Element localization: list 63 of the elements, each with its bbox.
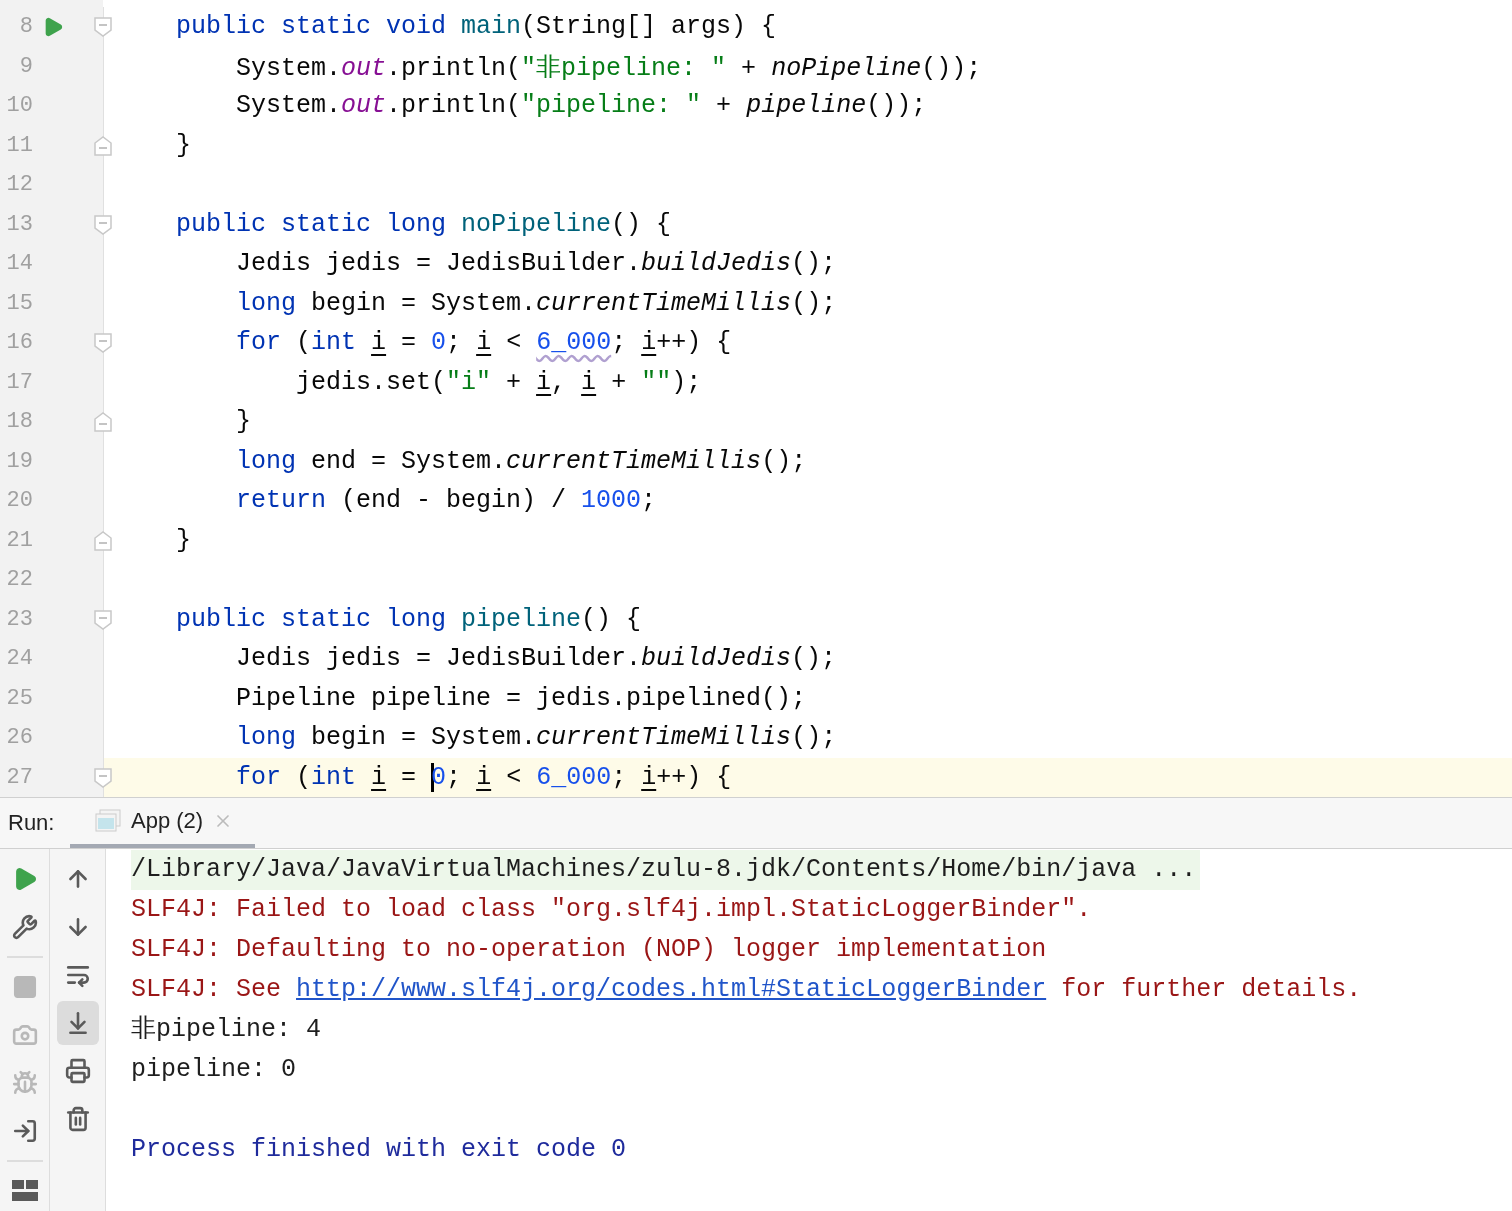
code-line: jedis.set("i" + i, i + ""); (295, 367, 702, 397)
code-line: return (end - begin) / 1000; (235, 486, 657, 516)
code-line: } (175, 525, 191, 555)
console-line: 非pipeline: 4 (131, 1014, 323, 1046)
camera-icon (11, 1022, 38, 1048)
fold-icon[interactable] (94, 412, 112, 432)
wrench-icon (11, 914, 38, 940)
line-number: 13 (5, 211, 33, 237)
line-number: 24 (5, 646, 33, 672)
code-line: Jedis jedis = JedisBuilder.buildJedis(); (235, 644, 837, 674)
code-line: long end = System.currentTimeMillis(); (235, 446, 807, 476)
fold-icon[interactable] (94, 17, 112, 37)
console-link[interactable]: http://www.slf4j.org/codes.html#StaticLoggerBinder (296, 975, 1047, 1004)
line-number: 19 (5, 448, 33, 474)
code-line: } (175, 130, 191, 160)
trash-icon (64, 1106, 91, 1132)
line-number: 11 (5, 132, 33, 158)
console-line: SLF4J: Defaulting to no-operation (NOP) logger implementation (131, 934, 1048, 966)
line-number: 18 (5, 409, 33, 435)
code-line: Pipeline pipeline = jedis.pipelined(); (235, 683, 807, 713)
line-number: 26 (5, 725, 33, 751)
line-number: 25 (5, 685, 33, 711)
line-number: 17 (5, 369, 33, 395)
code-line: public static long pipeline() { (175, 604, 642, 634)
console-line: Process finished with exit code 0 (131, 1134, 628, 1166)
console-line: SLF4J: See http://www.slf4j.org/codes.html#StaticLoggerBinder for further details. (131, 974, 1363, 1006)
stop-icon (11, 974, 38, 1000)
code-line: long begin = System.currentTimeMillis(); (235, 288, 837, 318)
layout-icon (11, 1180, 38, 1202)
line-number: 14 (5, 251, 33, 277)
code-line: Jedis jedis = JedisBuilder.buildJedis(); (235, 249, 837, 279)
fold-icon[interactable] (94, 767, 112, 788)
fold-icon[interactable] (94, 214, 112, 235)
line-number: 16 (5, 330, 33, 356)
line-number: 20 (5, 488, 33, 514)
console-line: SLF4J: Failed to load class "org.slf4j.impl.StaticLoggerBinder". (131, 894, 1093, 926)
line-number: 8 (18, 14, 33, 40)
line-number: 10 (5, 93, 33, 119)
fold-icon[interactable] (94, 530, 112, 551)
window-icon (95, 809, 121, 833)
code-line: } (235, 407, 251, 437)
code-line: System.out.println("pipeline: " + pipeline()); (235, 91, 927, 121)
line-number: 12 (5, 172, 33, 198)
line-number: 23 (5, 606, 33, 632)
line-number: 21 (5, 527, 33, 553)
line-number: 27 (5, 764, 33, 790)
fold-icon[interactable] (94, 135, 112, 156)
run-label: Run: (7, 810, 56, 836)
code-line: public static long noPipeline() { (175, 209, 672, 239)
code-line: for (int i = 0; i < 6_000; i++) { (235, 328, 732, 358)
console-line: pipeline: 0 (131, 1054, 298, 1086)
code-line: System.out.println("非pipeline: " + noPipeline()); (235, 52, 982, 83)
fold-icon[interactable] (94, 609, 112, 630)
code-line: long begin = System.currentTimeMillis(); (235, 723, 837, 753)
scroll-end-button[interactable] (56, 1001, 99, 1045)
sign-in-icon (11, 1118, 38, 1144)
line-number: 22 (5, 567, 33, 593)
line-number: 9 (18, 53, 33, 79)
line-number: 15 (5, 290, 33, 316)
bug-icon (11, 1070, 38, 1096)
fold-icon[interactable] (94, 333, 112, 353)
printer-icon (64, 1058, 91, 1084)
code-line: public static void main(String[] args) { (175, 12, 777, 42)
